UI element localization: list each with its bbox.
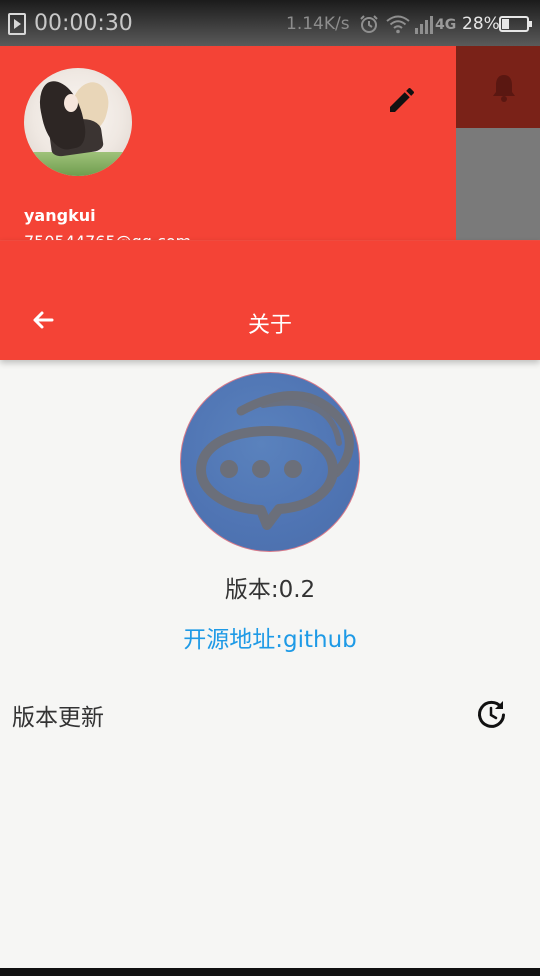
edit-icon[interactable]: [386, 84, 418, 116]
refresh-icon[interactable]: [476, 698, 508, 730]
alarm-icon: [360, 15, 378, 33]
signal-icon: [415, 16, 433, 34]
bottom-edge: [0, 968, 540, 976]
version-update-label: 版本更新: [12, 705, 104, 731]
battery-icon: [499, 16, 532, 32]
background-toolbar: [456, 46, 540, 128]
page-title: 关于: [247, 313, 292, 338]
wifi-icon: [386, 15, 410, 34]
about-toolbar: 关于: [0, 240, 540, 360]
battery-percentage: 28%: [462, 14, 500, 34]
status-timer: 00:00:30: [34, 11, 133, 36]
record-icon: [8, 13, 26, 35]
bell-icon[interactable]: [490, 72, 518, 102]
version-update-row[interactable]: 版本更新: [0, 688, 540, 740]
version-text: 版本:0.2: [224, 577, 316, 603]
network-type: 4G: [435, 17, 457, 33]
drawer-header: yangkui 750544765@qq.com: [0, 46, 456, 240]
user-email: 750544765@qq.com: [24, 232, 191, 240]
user-name: yangkui: [24, 206, 96, 225]
app-logo: [180, 372, 360, 552]
chat-bubble-icon: [196, 390, 354, 530]
avatar[interactable]: [24, 68, 132, 176]
source-code-link[interactable]: 开源地址:github: [0, 620, 540, 654]
status-bar: 00:00:30 1.14K/s 4G 28%: [0, 0, 540, 46]
network-speed: 1.14K/s: [286, 14, 350, 34]
